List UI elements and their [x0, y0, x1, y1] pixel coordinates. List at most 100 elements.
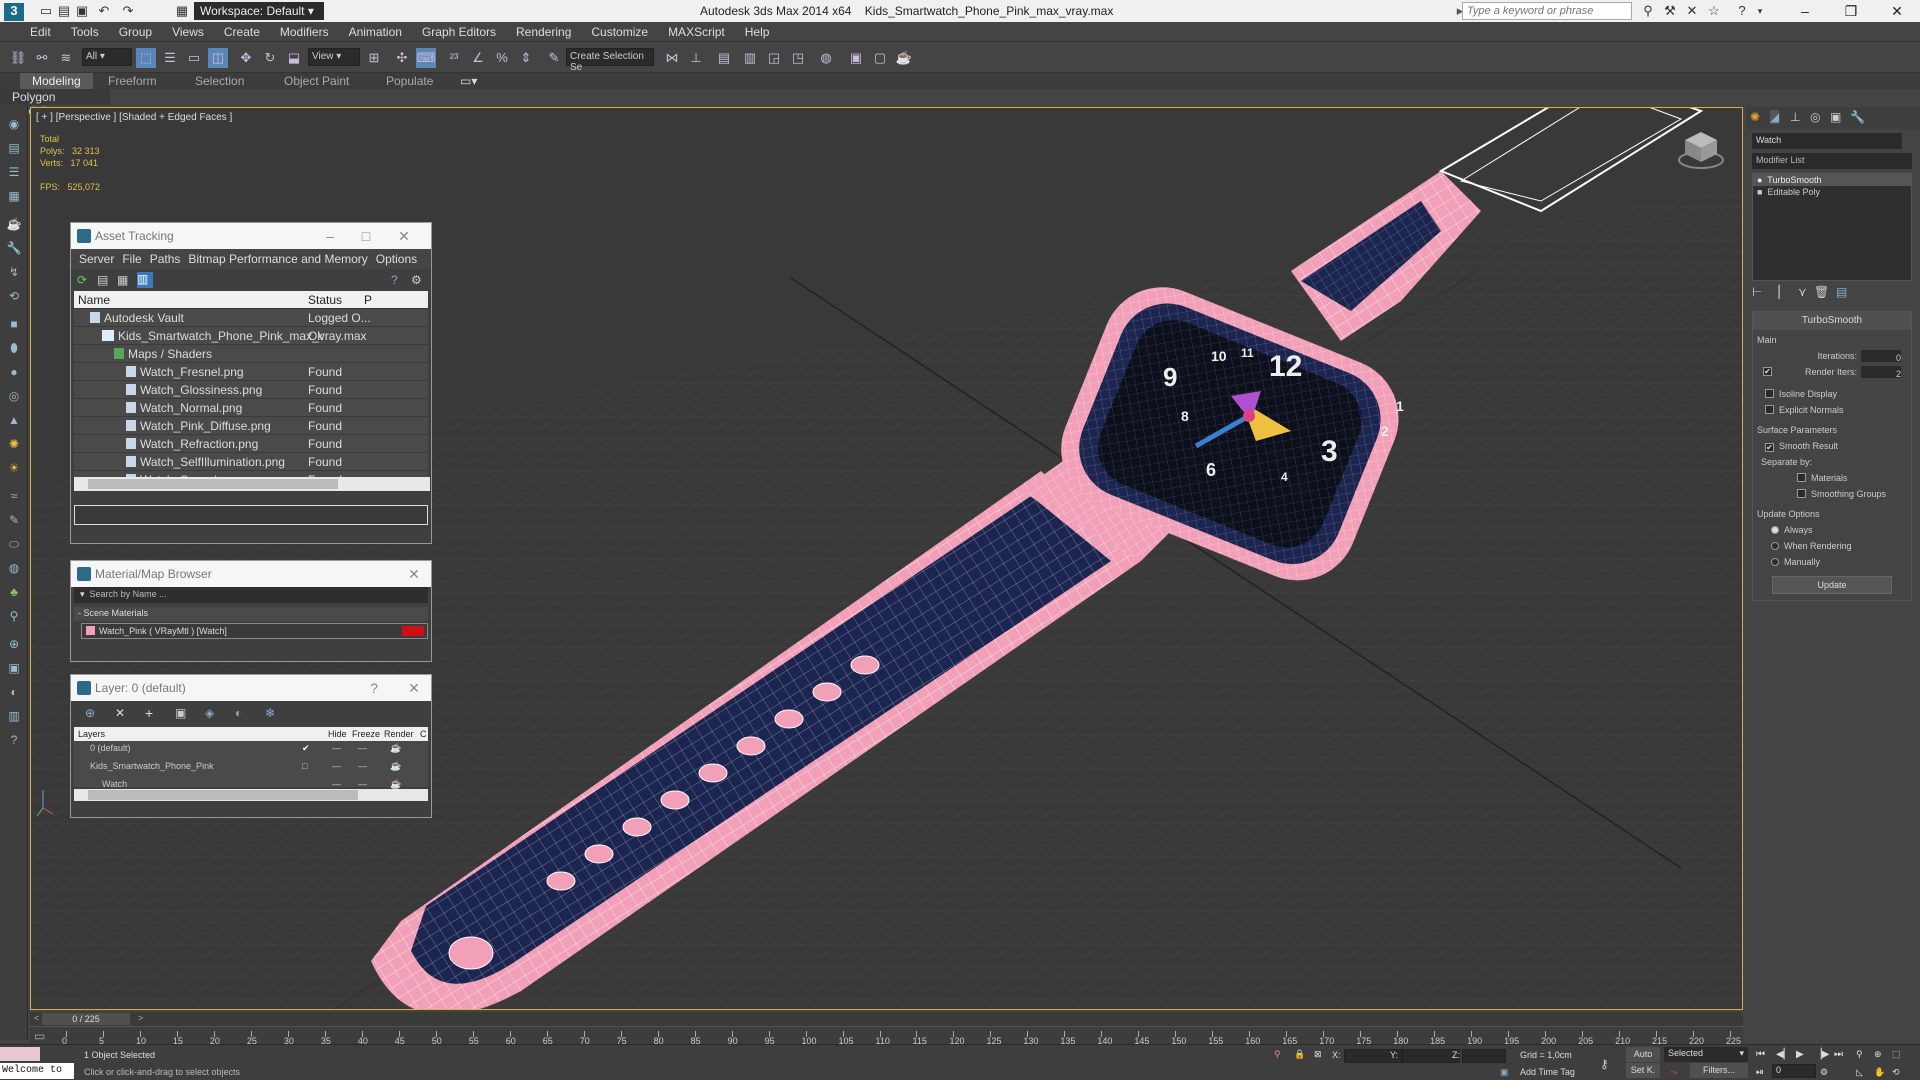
menu-graph-editors[interactable]: Graph Editors: [412, 22, 506, 39]
time-config-icon[interactable]: ⚙: [1820, 1067, 1828, 1078]
zoom-extents-icon[interactable]: ⬚: [1892, 1049, 1901, 1060]
tab-populate[interactable]: Populate: [386, 74, 433, 88]
layer-titlebar[interactable]: Layer: 0 (default) ? ✕: [71, 675, 431, 701]
highlight-layer-icon[interactable]: ◈: [205, 706, 214, 720]
bind-spacewarp-icon[interactable]: ≋: [56, 48, 76, 68]
named-selection-dropdown[interactable]: Create Selection Se: [566, 48, 654, 73]
cone-icon[interactable]: ▲: [5, 411, 23, 429]
previous-frame-icon[interactable]: ◀▏: [1776, 1049, 1791, 1060]
layer-manager-icon[interactable]: ▤: [714, 48, 734, 68]
asset-path-field[interactable]: [74, 505, 428, 525]
current-frame-field[interactable]: 0: [1772, 1064, 1816, 1078]
play-icon[interactable]: ▶: [1796, 1049, 1804, 1060]
select-by-name-icon[interactable]: ☰: [160, 48, 180, 68]
refresh-icon[interactable]: ⟳: [77, 273, 91, 287]
biped-icon[interactable]: ⚲: [5, 607, 23, 625]
z-coord-field[interactable]: [1462, 1049, 1506, 1063]
table-row[interactable]: Watch_SelfIllumination.png Found: [74, 453, 428, 471]
binoculars-icon[interactable]: ⚲: [1640, 3, 1656, 19]
col-layers[interactable]: Layers: [78, 729, 105, 739]
field-of-view-icon[interactable]: ◺: [1856, 1067, 1863, 1078]
tube-icon[interactable]: ⬭: [5, 535, 23, 553]
absolute-mode-icon[interactable]: ⊠: [1314, 1049, 1322, 1060]
eye-icon[interactable]: ◉: [5, 115, 23, 133]
new-layer-icon[interactable]: ⊕: [85, 706, 95, 720]
asset-menu-paths[interactable]: Paths: [150, 252, 181, 266]
layers-icon[interactable]: ▤: [5, 139, 23, 157]
close-icon[interactable]: ✕: [401, 561, 427, 587]
keyboard-shortcut-icon[interactable]: ⌨: [416, 48, 436, 68]
app-menu-icon[interactable]: 3: [4, 3, 24, 21]
iterations-spinner[interactable]: 0: [1861, 350, 1901, 363]
smoothing-groups-row[interactable]: Smoothing Groups: [1757, 486, 1907, 502]
col-name[interactable]: Name: [78, 291, 110, 309]
menu-rendering[interactable]: Rendering: [506, 22, 581, 39]
menu-views[interactable]: Views: [162, 22, 214, 39]
key-icon[interactable]: ⚷: [1600, 1057, 1609, 1071]
mini-curve-editor-icon[interactable]: ▭: [34, 1029, 45, 1043]
box-icon[interactable]: ■: [5, 315, 23, 333]
selection-lock-icon[interactable]: 🔒: [1294, 1049, 1305, 1060]
hide-toggle[interactable]: —: [332, 779, 341, 789]
isoline-checkbox[interactable]: [1765, 389, 1774, 398]
help-icon[interactable]: ?: [1734, 3, 1750, 19]
always-radio[interactable]: [1771, 526, 1779, 534]
material-search-input[interactable]: ▾ Search by Name ...: [74, 587, 428, 603]
select-object-icon[interactable]: ⬚: [136, 48, 156, 68]
welcome-field[interactable]: Welcome to: [0, 1063, 74, 1079]
update-button[interactable]: Update: [1772, 576, 1892, 594]
project-folder-icon[interactable]: ▦: [174, 3, 190, 19]
auto-key-button[interactable]: Auto: [1626, 1047, 1660, 1062]
table-row[interactable]: Maps / Shaders: [74, 345, 428, 363]
asset-menu-options[interactable]: Options: [376, 252, 417, 266]
render-teapot-icon[interactable]: ☕: [390, 743, 401, 754]
next-frame-icon[interactable]: ▕▶: [1814, 1049, 1829, 1060]
when-rendering-row[interactable]: When Rendering: [1757, 538, 1907, 554]
when-rendering-radio[interactable]: [1771, 542, 1779, 550]
material-browser-titlebar[interactable]: Material/Map Browser ✕: [71, 561, 431, 587]
motion-tab-icon[interactable]: ◎: [1810, 110, 1820, 124]
maximize-icon[interactable]: □: [353, 223, 379, 249]
settings-icon[interactable]: ⚙: [411, 273, 422, 287]
angle-snap-icon[interactable]: ∠: [468, 48, 488, 68]
menu-help[interactable]: Help: [735, 22, 780, 39]
rectangular-selection-icon[interactable]: ▭: [184, 48, 204, 68]
turbosmooth-rollout-title[interactable]: TurboSmooth: [1753, 312, 1911, 330]
select-link-icon[interactable]: ⛓: [8, 48, 28, 68]
delete-layer-icon[interactable]: ✕: [115, 706, 125, 720]
vray-icon[interactable]: ◐: [5, 683, 23, 701]
configure-sets-icon[interactable]: ▤: [1836, 285, 1847, 299]
layer-horizontal-scrollbar[interactable]: [74, 789, 428, 801]
script-icon[interactable]: ▥: [5, 707, 23, 725]
viewport-label[interactable]: [ + ] [Perspective ] [Shaded + Edged Fac…: [36, 112, 232, 123]
menu-maxscript[interactable]: MAXScript: [658, 22, 735, 39]
favorites-star-icon[interactable]: ☆: [1706, 3, 1722, 19]
freeze-toggle[interactable]: —: [358, 743, 367, 753]
menu-modifiers[interactable]: Modifiers: [270, 22, 339, 39]
time-prev-arrow-icon[interactable]: <: [34, 1013, 39, 1023]
redo-icon[interactable]: ↷: [120, 3, 136, 19]
go-to-start-icon[interactable]: ⏮: [1756, 1049, 1765, 1060]
tab-modeling[interactable]: Modeling: [20, 73, 93, 89]
open-file-icon[interactable]: ▤: [56, 3, 72, 19]
render-iters-checkbox[interactable]: ✔: [1763, 367, 1772, 376]
select-move-icon[interactable]: ✥: [236, 48, 256, 68]
sun-icon[interactable]: ☀: [5, 459, 23, 477]
table-row[interactable]: Kids_Smartwatch_Phone_Pink_max_vray.max O…: [74, 327, 428, 345]
percent-snap-icon[interactable]: %: [492, 48, 512, 68]
asset-menu-bitmap-performance[interactable]: Bitmap Performance and Memory: [188, 252, 367, 266]
set-key-button[interactable]: Set K.: [1626, 1063, 1660, 1078]
tab-object-paint[interactable]: Object Paint: [284, 74, 349, 88]
table-row[interactable]: Watch_Normal.png Found: [74, 399, 428, 417]
world-icon[interactable]: ⊕: [5, 635, 23, 653]
material-editor-icon[interactable]: ◍: [816, 48, 836, 68]
hide-toggle[interactable]: —: [332, 761, 341, 771]
table-row[interactable]: Watch_Glossiness.png Found: [74, 381, 428, 399]
menu-customize[interactable]: Customize: [581, 22, 658, 39]
col-c[interactable]: C: [420, 729, 427, 739]
help-dropdown-icon[interactable]: ▾: [1752, 3, 1768, 19]
asset-menu-file[interactable]: File: [122, 252, 141, 266]
display-tab-icon[interactable]: ▣: [1830, 110, 1841, 124]
scene-materials-group[interactable]: - Scene Materials: [74, 607, 428, 621]
undo-icon[interactable]: ↶: [96, 3, 112, 19]
